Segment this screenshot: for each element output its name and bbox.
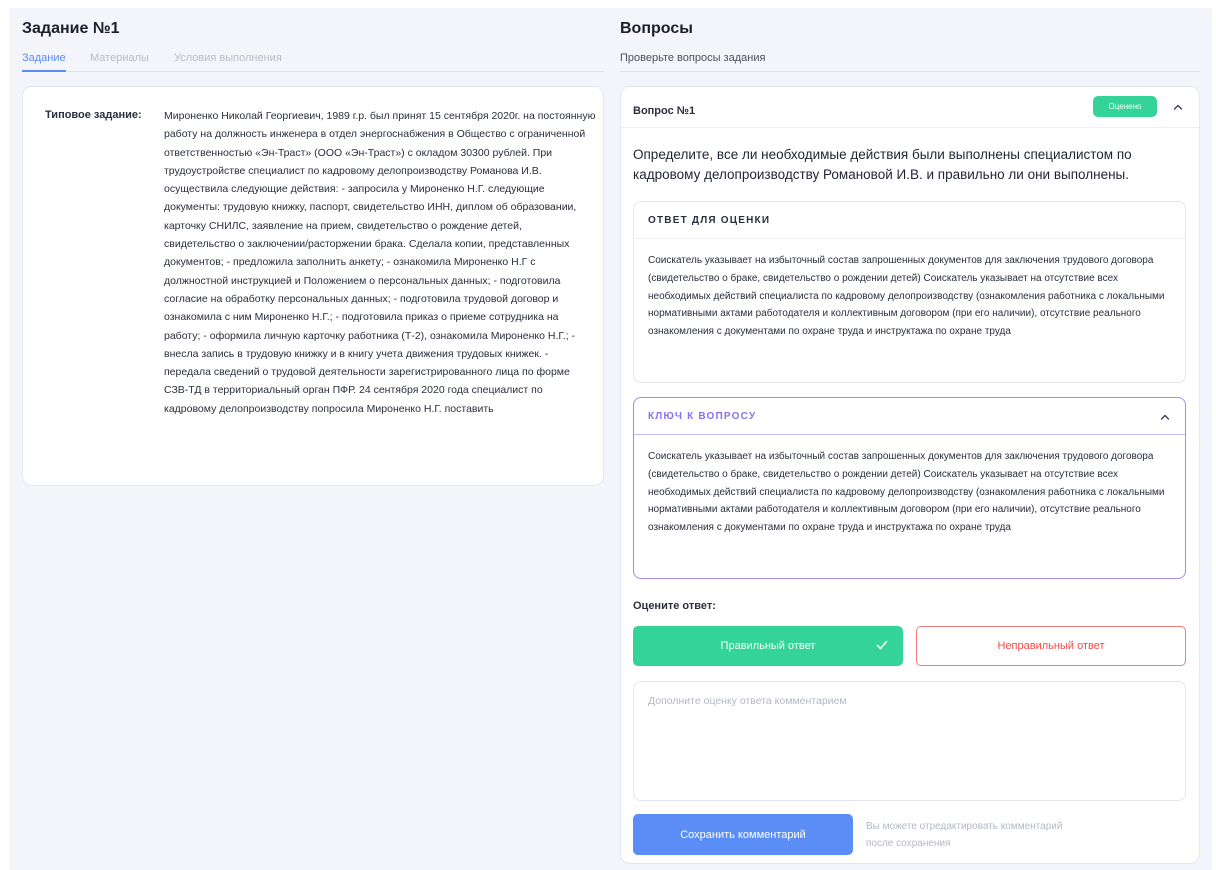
- task-card: Типовое задание: Мироненко Николай Георг…: [22, 86, 604, 486]
- save-hint: Вы можете отредактировать комментарий по…: [866, 821, 1063, 849]
- save-comment-button[interactable]: Сохранить комментарий: [633, 814, 853, 855]
- key-title: КЛЮЧ К ВОПРОСУ: [648, 411, 757, 422]
- divider: [620, 71, 1200, 72]
- divider: [634, 238, 1185, 239]
- incorrect-answer-label: Неправильный ответ: [997, 640, 1105, 652]
- answer-box: ОТВЕТ ДЛЯ ОЦЕНКИ Соискатель указывает на…: [633, 201, 1186, 383]
- status-badge: Оценено: [1093, 96, 1157, 117]
- chevron-up-icon[interactable]: [1171, 100, 1185, 114]
- key-box: КЛЮЧ К ВОПРОСУ Соискатель указывает на и…: [633, 397, 1186, 579]
- questions-subtitle: Проверьте вопросы задания: [620, 52, 766, 64]
- tab-conditions[interactable]: Условия выполнения: [174, 52, 282, 64]
- correct-answer-button[interactable]: Правильный ответ: [633, 626, 903, 666]
- task-text: Мироненко Николай Георгиевич, 1989 г.р. …: [164, 110, 596, 415]
- answer-text: Соискатель указывает на избыточный соста…: [648, 255, 1165, 338]
- incorrect-answer-button[interactable]: Неправильный ответ: [916, 626, 1186, 666]
- tab-task[interactable]: Задание: [22, 52, 66, 72]
- answer-title: ОТВЕТ ДЛЯ ОЦЕНКИ: [648, 215, 771, 226]
- key-text: Соискатель указывает на избыточный соста…: [648, 451, 1165, 534]
- divider: [634, 434, 1185, 435]
- question-header: Вопрос №1: [633, 105, 696, 117]
- page: Задание №1 Задание Материалы Условия вып…: [10, 8, 1212, 870]
- rate-label: Оцените ответ:: [633, 600, 716, 612]
- correct-answer-label: Правильный ответ: [720, 640, 816, 652]
- tab-materials[interactable]: Материалы: [90, 52, 149, 64]
- task-title: Задание №1: [22, 20, 120, 37]
- questions-title: Вопросы: [620, 20, 693, 37]
- question-text: Определите, все ли необходимые действия …: [633, 147, 1132, 182]
- divider: [621, 127, 1199, 128]
- checkmark-icon: [875, 638, 889, 652]
- task-tabs: Задание Материалы Условия выполнения: [22, 52, 604, 72]
- question-card: Вопрос №1 Оценено Определите, все ли нео…: [620, 86, 1200, 864]
- chevron-up-icon[interactable]: [1158, 410, 1172, 424]
- task-label: Типовое задание:: [45, 109, 142, 121]
- comment-field[interactable]: [633, 681, 1186, 801]
